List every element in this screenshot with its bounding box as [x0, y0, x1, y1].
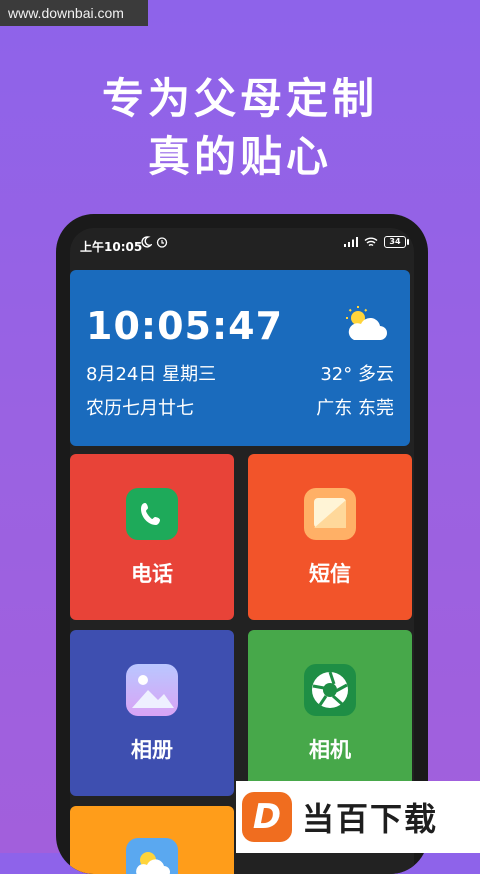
tile-album-label: 相册: [131, 738, 173, 762]
tile-camera-label: 相机: [309, 738, 351, 762]
logo-mark: D: [242, 792, 292, 842]
weather-icon: [126, 838, 178, 874]
site-logo: D 当百下载: [236, 781, 480, 853]
wifi-icon: [364, 237, 378, 247]
tile-camera[interactable]: 相机: [248, 630, 412, 796]
status-bar: 上午10:05 34: [70, 228, 414, 258]
camera-icon: [304, 664, 356, 716]
status-icons-left: [140, 236, 168, 248]
phone-screen: 上午10:05 34 10:05:47 8月24日 星期三 农历七月廿七 32°…: [70, 228, 414, 874]
alarm-icon: [156, 237, 168, 248]
logo-text: 当百下载: [302, 800, 439, 838]
tile-phone-label: 电话: [131, 562, 173, 586]
tile-phone[interactable]: 电话: [70, 454, 234, 620]
status-time: 上午10:05: [80, 240, 143, 254]
date-text: 8月24日 星期三: [86, 364, 217, 385]
watermark: www.downbai.com: [0, 0, 148, 26]
headline-line-1: 专为父母定制: [101, 74, 378, 123]
temperature-text: 32° 多云: [320, 364, 394, 385]
location-text: 广东 东莞: [316, 398, 394, 419]
clock-time: 10:05:47: [86, 304, 284, 348]
partly-cloudy-icon: [346, 306, 387, 340]
lunar-date-text: 农历七月廿七: [86, 398, 194, 419]
message-icon: [304, 488, 356, 540]
signal-icon: [344, 237, 358, 247]
clock-weather-card[interactable]: 10:05:47 8月24日 星期三 农历七月廿七 32° 多云 广东 东莞: [70, 270, 410, 446]
headline-line-2: 真的贴心: [147, 132, 332, 181]
tile-album[interactable]: 相册: [70, 630, 234, 796]
gallery-icon: [126, 664, 178, 716]
tile-weather[interactable]: [70, 806, 234, 874]
phone-icon: [126, 488, 178, 540]
status-icons-right: 34: [344, 236, 409, 248]
tile-sms[interactable]: 短信: [248, 454, 412, 620]
tile-sms-label: 短信: [309, 562, 351, 586]
phone-mockup: 上午10:05 34 10:05:47 8月24日 星期三 农历七月廿七 32°…: [56, 214, 428, 874]
battery-indicator: 34: [384, 236, 409, 248]
moon-icon: [141, 236, 152, 248]
headline: 专为父母定制 真的贴心: [0, 70, 480, 186]
